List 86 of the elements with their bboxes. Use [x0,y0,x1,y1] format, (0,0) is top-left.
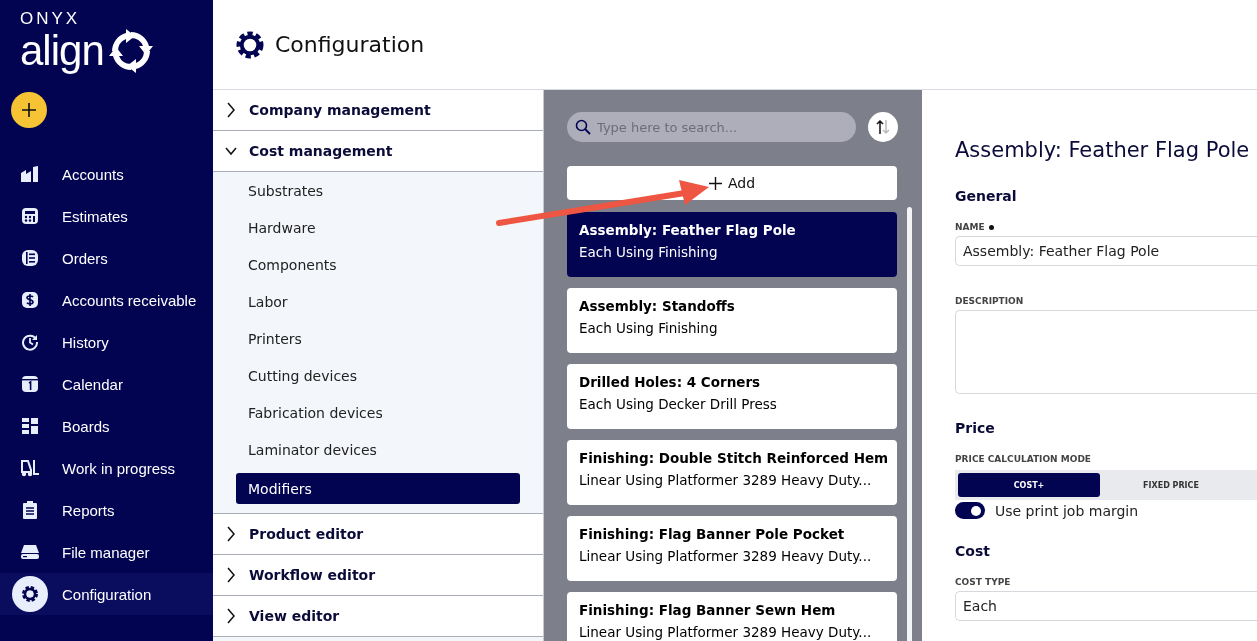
modifier-card[interactable]: Finishing: Flag Banner Pole Pocket Linear Using Platformer 3289 Heavy Duty... [567,516,897,581]
create-button[interactable] [11,92,47,128]
drive-icon [20,544,40,560]
card-subtitle: Linear Using Platformer 3289 Heavy Duty... [579,624,873,640]
plus-icon [21,102,37,118]
logo-product: align [20,29,104,73]
chevron-icon [225,526,237,542]
field-label: COST TYPE [955,577,1011,587]
tree-item[interactable]: Labor [236,283,520,320]
field-label: PRICE CALCULATION MODE [955,454,1091,464]
tree-item[interactable]: Components [236,246,520,283]
tree-section-header[interactable]: View editor [213,596,543,637]
modifier-card[interactable]: Assembly: Standoffs Each Using Finishing [567,288,897,353]
tree-item[interactable]: Printers [236,320,520,357]
clock-icon [21,333,39,351]
card-subtitle: Each Using Finishing [579,320,719,336]
nav-item[interactable]: Configuration [0,573,213,615]
nav-item[interactable]: Boards [0,405,213,447]
mode-option[interactable]: FIXED PRICE [1100,473,1242,497]
card-subtitle: Linear Using Platformer 3289 Heavy Duty... [579,472,873,488]
boards-icon [21,417,39,435]
settings-icon [20,584,40,604]
factory-icon [20,165,40,183]
card-subtitle: Each Using Decker Drill Press [579,396,778,412]
nav-item[interactable]: Accounts [0,153,213,195]
nav-item[interactable]: Calendar [0,363,213,405]
logo-brand: ONYX [20,10,81,28]
description-field[interactable] [955,310,1257,394]
circular-arrows-icon [107,28,154,74]
sort-icon [876,119,890,135]
tree-item[interactable]: Laminator devices [236,431,520,468]
nav-item[interactable]: Estimates [0,195,213,237]
nav-item[interactable]: History [0,321,213,363]
toggle-label: Use print job margin [995,502,1139,519]
settings-icon [235,29,265,60]
detail-title: Assembly: Feather Flag Pole [955,138,1251,162]
clipboard-icon [22,501,38,519]
modifier-card[interactable]: Finishing: Flag Banner Sewn Hem Linear Using Platformer 3289 Heavy Duty... [567,592,897,641]
card-title: Finishing: Flag Banner Pole Pocket [579,526,846,542]
search-field[interactable]: Type here to search... [567,112,856,142]
modifier-card[interactable]: Drilled Holes: 4 Corners Each Using Decker Drill Press [567,364,897,429]
page-title: Configuration [275,32,425,57]
nav-item[interactable]: Accounts receivable [0,279,213,321]
tree-section-header[interactable]: Company management [213,90,543,131]
name-field[interactable]: Assembly: Feather Flag Pole [955,236,1257,266]
tree-item[interactable]: Substrates [236,172,520,209]
nav-item[interactable]: Reports [0,489,213,531]
tree-section-header[interactable]: Product editor [213,514,543,555]
chevron-icon [225,102,237,118]
tree-item[interactable]: Modifiers [236,473,520,504]
section-heading: General [955,188,1017,204]
plus-icon [708,176,722,190]
dollar-icon [21,291,39,309]
tree-item[interactable]: Hardware [236,209,520,246]
card-title: Assembly: Standoffs [579,298,736,314]
chevron-icon [225,608,237,624]
forklift-icon [20,459,40,477]
card-title: Drilled Holes: 4 Corners [579,374,762,390]
mode-option[interactable]: COST+ [958,473,1100,497]
card-subtitle: Linear Using Platformer 3289 Heavy Duty... [579,548,873,564]
section-heading: Price [955,420,995,436]
card-title: Finishing: Double Stitch Reinforced Hem [579,450,885,466]
card-subtitle: Each Using Finishing [579,244,719,260]
section-heading: Cost [955,543,990,559]
modifier-card[interactable]: Assembly: Feather Flag Pole Each Using Finishing [567,212,897,277]
chevron-icon [225,567,237,583]
card-title: Finishing: Flag Banner Sewn Hem [579,602,837,618]
list-icon [21,249,39,267]
tree-item[interactable]: Fabrication devices [236,394,520,431]
toggle-switch[interactable] [955,502,985,519]
cost-type-field[interactable]: Each [955,591,1257,621]
tree-section-header[interactable]: Cost management [213,131,543,172]
tree-item[interactable]: Cutting devices [236,357,520,394]
sort-button[interactable] [868,112,898,142]
field-label: NAME [955,222,985,232]
add-button[interactable]: Add [567,166,897,200]
tree-section-header[interactable]: Workflow editor [213,555,543,596]
calculator-icon [21,207,39,225]
card-title: Assembly: Feather Flag Pole [579,222,797,238]
calendar-icon [21,375,39,393]
nav-item[interactable]: Orders [0,237,213,279]
field-label: DESCRIPTION [955,296,1024,306]
nav-item[interactable]: Work in progress [0,447,213,489]
nav-item[interactable]: File manager [0,531,213,573]
scrollbar[interactable] [907,207,912,641]
modifier-card[interactable]: Finishing: Double Stitch Reinforced Hem Linear Using Platformer 3289 Heavy Duty... [567,440,897,505]
